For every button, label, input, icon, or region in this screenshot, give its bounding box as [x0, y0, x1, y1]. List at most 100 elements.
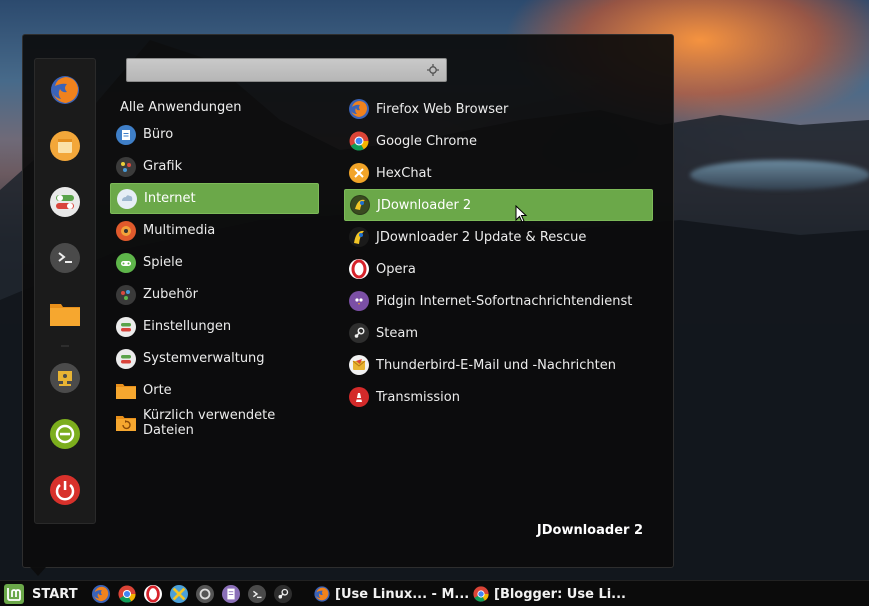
app-label: Google Chrome: [376, 133, 477, 149]
category-graphics[interactable]: Grafik: [110, 151, 319, 182]
firefox-icon: [93, 586, 109, 602]
app-opera[interactable]: Opera: [344, 253, 653, 285]
multimedia-icon: [116, 220, 136, 241]
category-internet[interactable]: Internet: [110, 183, 319, 214]
power-icon: [50, 475, 80, 505]
accessories-icon: [116, 284, 136, 305]
category-recent-files[interactable]: Kürzlich verwendete Dateien: [110, 407, 319, 438]
app-label: Transmission: [376, 389, 460, 405]
transmission-icon: [349, 387, 369, 407]
app-label: Pidgin Internet-Sofortnachrichtendienst: [376, 293, 633, 309]
start-button[interactable]: START: [4, 584, 78, 604]
favorite-shutdown[interactable]: [49, 474, 81, 506]
category-multimedia[interactable]: Multimedia: [110, 215, 319, 246]
category-administration[interactable]: Systemverwaltung: [110, 343, 319, 374]
selected-app-name: JDownloader 2: [536, 523, 643, 538]
clear-search-icon[interactable]: [427, 64, 439, 76]
favorites-separator: [61, 345, 69, 347]
settings-toggle-icon: [50, 187, 80, 217]
lock-screen-icon: [50, 363, 80, 393]
recent-files-icon: [116, 413, 136, 433]
logout-icon: [50, 419, 80, 449]
opera-icon: [349, 259, 369, 279]
app-firefox[interactable]: Firefox Web Browser: [344, 93, 653, 125]
taskbar-launcher-steam[interactable]: [274, 585, 292, 603]
taskbar-window-label: [Blogger: Use Li...: [494, 586, 626, 602]
places-folder-icon: [116, 381, 136, 401]
app-hexchat[interactable]: HexChat: [344, 157, 653, 189]
taskbar-launcher-chrome[interactable]: [118, 585, 136, 603]
app-thunderbird[interactable]: Thunderbird-E-Mail und -Nachrichten: [344, 349, 653, 381]
steam-circle-icon: [199, 588, 211, 600]
firefox-icon: [314, 586, 330, 602]
jdownloader-icon: [350, 195, 370, 215]
thunderbird-icon: [349, 355, 369, 375]
taskbar-window-label: [Use Linux... - M...: [335, 586, 470, 602]
app-transmission[interactable]: Transmission: [344, 381, 653, 413]
app-google-chrome[interactable]: Google Chrome: [344, 125, 653, 157]
app-label: JDownloader 2: [377, 197, 472, 213]
taskbar-launcher-opera[interactable]: [144, 585, 162, 603]
category-label: Orte: [143, 383, 172, 398]
taskbar-launcher-text-editor[interactable]: [222, 585, 240, 603]
favorites-sidebar: [34, 58, 96, 524]
category-all-applications[interactable]: Alle Anwendungen: [120, 98, 241, 118]
category-accessories[interactable]: Zubehör: [110, 279, 319, 310]
search-input[interactable]: [131, 61, 421, 79]
games-icon: [116, 252, 136, 273]
pidgin-icon: [349, 291, 369, 311]
chrome-icon: [118, 585, 136, 603]
category-label: Kürzlich verwendete Dateien: [143, 407, 276, 438]
app-pidgin[interactable]: Pidgin Internet-Sofortnachrichtendienst: [344, 285, 653, 317]
menu-pointer: [30, 567, 46, 576]
lake: [690, 160, 869, 190]
steam-icon: [278, 588, 289, 599]
app-jdownloader-2[interactable]: JDownloader 2: [344, 189, 653, 221]
category-settings[interactable]: Einstellungen: [110, 311, 319, 342]
mint-logo-icon: [4, 584, 24, 604]
favorite-notes[interactable]: [49, 130, 81, 162]
favorite-terminal[interactable]: [49, 242, 81, 274]
chrome-icon: [349, 131, 369, 151]
category-label: Einstellungen: [143, 319, 232, 334]
hexchat-icon: [349, 163, 369, 183]
category-places[interactable]: Orte: [110, 375, 319, 406]
taskbar-window-firefox[interactable]: [Use Linux... - M...: [314, 584, 469, 604]
favorite-files[interactable]: [49, 298, 81, 330]
folder-icon: [50, 304, 80, 326]
mouse-cursor-icon: [515, 205, 528, 223]
app-jdownloader-2-update-rescue[interactable]: JDownloader 2 Update & Rescue: [344, 221, 653, 253]
office-icon: [116, 124, 136, 145]
app-label: JDownloader 2 Update & Rescue: [376, 229, 587, 245]
category-games[interactable]: Spiele: [110, 247, 319, 278]
xchat-icon: [172, 587, 186, 601]
category-label: Grafik: [143, 159, 183, 174]
favorite-settings[interactable]: [49, 186, 81, 218]
category-office[interactable]: Büro: [110, 119, 319, 150]
taskbar-launcher-circle-app[interactable]: [196, 585, 214, 603]
taskbar-window-chrome[interactable]: [Blogger: Use Li...: [473, 584, 626, 604]
app-steam[interactable]: Steam: [344, 317, 653, 349]
taskbar: START [Use Linux... - M... [Blogger: Use…: [0, 580, 869, 606]
app-label: Steam: [376, 325, 418, 341]
firefox-icon: [51, 76, 79, 104]
chrome-icon: [473, 586, 489, 602]
category-label: Spiele: [143, 255, 183, 270]
taskbar-launcher-xchat[interactable]: [170, 585, 188, 603]
graphics-icon: [116, 156, 136, 177]
category-label: Internet: [144, 191, 196, 206]
search-box[interactable]: [126, 58, 447, 82]
taskbar-launcher-terminal[interactable]: [248, 585, 266, 603]
favorite-firefox[interactable]: [49, 74, 81, 106]
opera-icon: [146, 585, 160, 603]
app-label: Firefox Web Browser: [376, 101, 509, 117]
steam-icon: [349, 323, 369, 343]
terminal-icon: [252, 590, 262, 599]
favorite-lock-screen[interactable]: [49, 362, 81, 394]
jdownloader-rescue-icon: [349, 227, 369, 247]
category-label: Multimedia: [143, 223, 216, 238]
app-label: HexChat: [376, 165, 432, 181]
favorite-logout[interactable]: [49, 418, 81, 450]
internet-icon: [117, 188, 137, 209]
taskbar-launcher-firefox[interactable]: [92, 585, 110, 603]
